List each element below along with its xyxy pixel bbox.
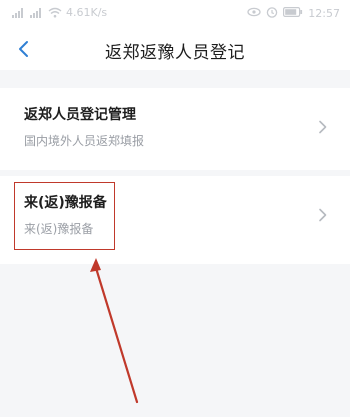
card-subtitle: 国内境外人员返郑填报 bbox=[24, 134, 145, 148]
nav-bar: 返郑返豫人员登记 bbox=[0, 28, 350, 70]
status-time: 12:57 bbox=[308, 7, 340, 20]
signal-icon bbox=[12, 7, 26, 18]
chevron-right-icon bbox=[319, 120, 327, 134]
card-subtitle: 来(返)豫报备 bbox=[24, 222, 94, 236]
signal-icon bbox=[30, 7, 44, 18]
status-left: 4.61K/s bbox=[12, 6, 107, 19]
card-henan-report[interactable]: 来(返)豫报备 来(返)豫报备 bbox=[0, 176, 350, 264]
eye-icon bbox=[247, 7, 261, 20]
battery-icon bbox=[283, 7, 303, 20]
alarm-icon bbox=[266, 6, 278, 21]
status-bar: 4.61K/s 12:57 bbox=[0, 0, 350, 28]
chevron-right-icon bbox=[319, 208, 327, 222]
status-right: 12:57 bbox=[247, 6, 340, 21]
card-title: 来(返)豫报备 bbox=[24, 195, 107, 211]
page-title: 返郑返豫人员登记 bbox=[105, 43, 245, 63]
wifi-icon bbox=[48, 7, 62, 18]
network-speed: 4.61K/s bbox=[66, 6, 108, 19]
card-title: 返郑人员登记管理 bbox=[24, 107, 136, 123]
card-return-zhengzhou-registration[interactable]: 返郑人员登记管理 国内境外人员返郑填报 bbox=[0, 88, 350, 170]
